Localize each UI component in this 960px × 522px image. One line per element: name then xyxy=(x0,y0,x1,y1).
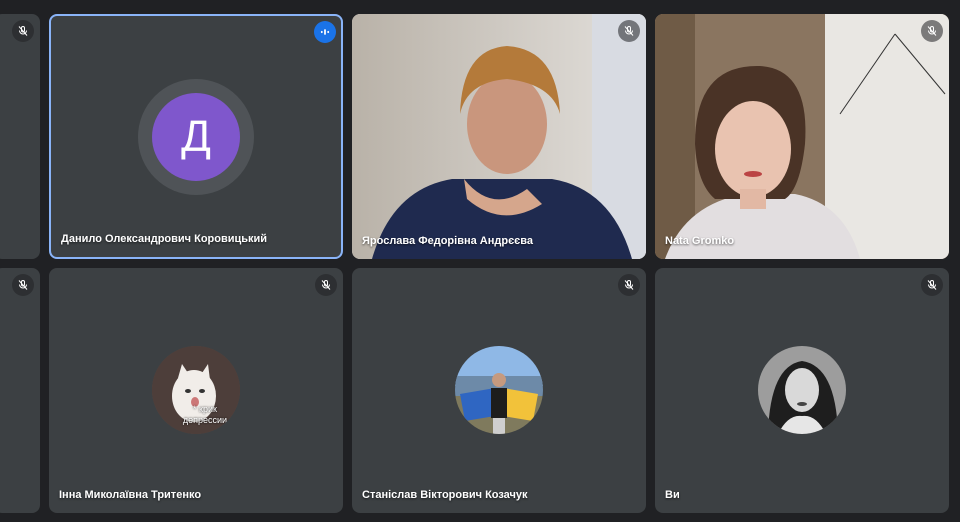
speaking-indicator-icon xyxy=(314,21,336,43)
young-woman-video xyxy=(655,14,949,259)
mic-off-icon xyxy=(921,274,943,296)
participant-tile-inna[interactable]: * крик депрессии Інна Миколаївна Тритенк… xyxy=(49,268,343,513)
participant-name: Інна Миколаївна Тритенко xyxy=(59,489,202,501)
participant-tile-partial-left-bottom[interactable] xyxy=(0,268,40,513)
participant-name: Ви xyxy=(665,489,680,501)
cat-meme-avatar: * крик депрессии xyxy=(152,346,240,434)
participant-name: Nata Gromko xyxy=(665,235,735,247)
avatar: Д xyxy=(138,79,254,195)
participant-tile-stanislav[interactable]: Станіслав Вікторович Козачук xyxy=(352,268,646,513)
woman-portrait-photo xyxy=(758,346,846,434)
mic-off-icon xyxy=(618,20,640,42)
participant-name: Станіслав Вікторович Козачук xyxy=(362,489,528,501)
participant-tile-self[interactable]: Ви xyxy=(655,268,949,513)
avatar-caption: * крик депрессии xyxy=(182,404,228,425)
woman-with-glasses-video xyxy=(352,14,646,259)
man-with-flag-photo xyxy=(455,346,543,434)
participant-name: Данило Олександрович Коровицький xyxy=(61,233,268,245)
mic-off-icon xyxy=(12,274,34,296)
mic-off-icon xyxy=(12,20,34,42)
participant-tile-danylo[interactable]: Д Данило Олександрович Коровицький xyxy=(49,14,343,259)
mic-off-icon xyxy=(315,274,337,296)
participant-tile-partial-left-top[interactable] xyxy=(0,14,40,259)
avatar-letter: Д xyxy=(152,93,240,181)
mic-off-icon xyxy=(921,20,943,42)
mic-off-icon xyxy=(618,274,640,296)
participant-name: Ярослава Федорівна Андрєєва xyxy=(362,235,533,247)
participant-tile-nata[interactable]: Nata Gromko xyxy=(655,14,949,259)
participant-tile-yaroslava[interactable]: Ярослава Федорівна Андрєєва xyxy=(352,14,646,259)
